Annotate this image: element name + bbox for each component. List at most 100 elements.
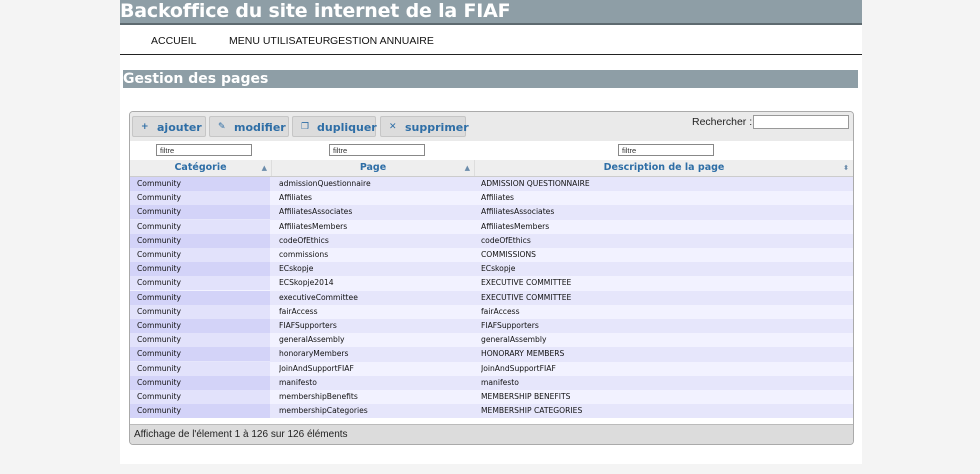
table-row[interactable]: Community codeOfEthics codeOfEthics (130, 233, 853, 248)
page-filter-input[interactable]: filtre (329, 144, 425, 156)
column-header-page[interactable]: Page ▲ (272, 160, 475, 176)
column-header-category[interactable]: Catégorie ▲ (130, 160, 272, 176)
table-row[interactable]: Community manifesto manifesto (130, 375, 853, 390)
page-cell: membershipCategories (279, 406, 368, 416)
page-cell: membershipBenefits (279, 392, 358, 401)
description-cell: fairAccess (481, 306, 520, 316)
category-cell: Community (137, 264, 181, 274)
page-cell: FIAFSupporters (279, 321, 337, 330)
page-cell: Affiliates (279, 193, 313, 203)
category-cell: Community (137, 377, 181, 387)
close-icon: ✕ (389, 122, 397, 132)
page-cell: executiveCommittee (279, 292, 358, 302)
category-cell: Community (137, 335, 181, 345)
description-cell: codeOfEthics (481, 235, 531, 245)
delete-button[interactable]: ✕ supprimer (380, 116, 469, 137)
category-cell: Community (137, 321, 181, 330)
page-cell: AffiliatesAssociates (279, 207, 353, 217)
table-row[interactable]: Community executiveCommittee EXECUTIVE COM… (130, 290, 853, 305)
table-row[interactable]: Community membershipBenefits MEMBERSHIP BE… (130, 390, 853, 405)
nav-item-gestion-annuaire[interactable]: GESTION ANNUAIRE (330, 35, 434, 47)
page-cell: ECSkopje2014 (279, 278, 334, 288)
app-title: Backoffice du site internet de la FIAF (120, 0, 862, 25)
table-row[interactable]: Community fairAccess fairAccess (130, 304, 853, 319)
page-cell: JoinAndSupportFIAF (279, 363, 354, 373)
description-cell: ECskopje (481, 264, 516, 274)
category-cell: Community (137, 235, 181, 245)
table-row[interactable]: Community generalAssembly generalAssembly (130, 333, 853, 348)
table-row[interactable]: Community membershipCategories MEMBERSHIP … (130, 404, 853, 419)
description-cell: generalAssembly (481, 335, 547, 345)
category-cell: Community (137, 306, 181, 316)
category-cell: Community (137, 207, 181, 217)
page-cell: honoraryMembers (279, 349, 349, 359)
grid-toolbar: + ajouter ✎ modifier ❐ dupliquer ✕ suppr… (130, 112, 853, 142)
description-cell: HONORARY MEMBERS (481, 349, 565, 359)
column-header-page-label: Page (359, 162, 387, 173)
table-row[interactable]: Community JoinAndSupportFIAF JoinAndSuppor… (130, 361, 853, 376)
page-cell: generalAssembly (279, 335, 345, 345)
filter-row: filtre filtre filtre (130, 141, 853, 161)
description-cell: COMMISSIONS (481, 250, 536, 259)
sort-asc-icon: ▲ (261, 164, 267, 172)
duplicate-button[interactable]: ❐ dupliquer (292, 116, 377, 137)
sort-asc-icon: ▲ (464, 164, 470, 172)
table-row[interactable]: Community Affiliates Affiliates (130, 191, 853, 206)
category-cell: Community (137, 363, 181, 373)
plus-icon: + (141, 122, 149, 132)
table-info: Affichage de l'élement 1 à 126 sur 126 é… (130, 424, 853, 444)
description-cell: AffiliatesMembers (481, 221, 550, 231)
category-filter-input[interactable]: filtre (156, 144, 252, 156)
search-input[interactable] (753, 115, 849, 129)
duplicate-button-label: dupliquer (317, 121, 377, 134)
table-row[interactable]: Community ECskopje ECskopje (130, 262, 853, 277)
table-row[interactable]: Community ECSkopje2014 EXECUTIVE COMMITTEE (130, 276, 853, 291)
nav-item-accueil[interactable]: ACCUEIL (151, 35, 197, 47)
category-cell: Community (137, 392, 181, 401)
table-row[interactable]: Community AffiliatesMembers AffiliatesMemb… (130, 219, 853, 234)
add-button-label: ajouter (157, 121, 202, 134)
description-cell: MEMBERSHIP CATEGORIES (481, 406, 583, 416)
page-cell: codeOfEthics (279, 235, 329, 245)
page-cell: AffiliatesMembers (279, 221, 348, 231)
sort-both-icon: ⬍ (843, 164, 849, 172)
edit-button[interactable]: ✎ modifier (209, 116, 289, 137)
pages-data-grid: + ajouter ✎ modifier ❐ dupliquer ✕ suppr… (129, 111, 854, 445)
pencil-icon: ✎ (218, 122, 226, 132)
search-label: Rechercher : (692, 116, 753, 128)
delete-button-label: supprimer (405, 121, 469, 134)
column-header-description[interactable]: Description de la page ⬍ (475, 160, 853, 176)
page-cell: admissionQuestionnaire (279, 179, 371, 188)
description-cell: EXECUTIVE COMMITTEE (481, 292, 572, 302)
category-cell: Community (137, 292, 181, 302)
category-cell: Community (137, 278, 181, 288)
edit-button-label: modifier (234, 121, 286, 134)
table-row[interactable]: Community honoraryMembers HONORARY MEMBERS (130, 347, 853, 362)
page-cell: manifesto (279, 377, 317, 387)
table-row[interactable]: Community commissions COMMISSIONS (130, 248, 853, 263)
table-row[interactable]: Community FIAFSupporters FIAFSupporters (130, 319, 853, 334)
category-cell: Community (137, 221, 181, 231)
category-cell: Community (137, 193, 181, 203)
column-header-description-label: Description de la page (603, 162, 725, 173)
description-cell: EXECUTIVE COMMITTEE (481, 278, 572, 288)
page-cell: ECskopje (279, 264, 314, 274)
description-cell: AffiliatesAssociates (481, 207, 555, 217)
description-filter-input[interactable]: filtre (618, 144, 714, 156)
category-cell: Community (137, 250, 181, 259)
add-button[interactable]: + ajouter (132, 116, 206, 137)
category-cell: Community (137, 406, 181, 416)
description-cell: Affiliates (481, 193, 515, 203)
table-header: Catégorie ▲ Page ▲ Description de la pag… (130, 160, 853, 177)
table-row[interactable]: Community AffiliatesAssociates AffiliatesA… (130, 205, 853, 220)
page-container: Backoffice du site internet de la FIAF A… (120, 0, 862, 464)
page-cell: commissions (279, 250, 329, 259)
nav-item-menu-utilisateur[interactable]: MENU UTILISATEUR (229, 35, 330, 47)
description-cell: JoinAndSupportFIAF (481, 363, 556, 373)
section-title: Gestion des pages (123, 70, 858, 88)
main-nav: ACCUEIL MENU UTILISATEUR GESTION ANNUAIR… (120, 26, 862, 55)
table-row[interactable]: Community admissionQuestionnaire ADMISSION… (130, 177, 853, 192)
description-cell: MEMBERSHIP BENEFITS (481, 392, 571, 401)
category-cell: Community (137, 349, 181, 359)
description-cell: manifesto (481, 377, 519, 387)
